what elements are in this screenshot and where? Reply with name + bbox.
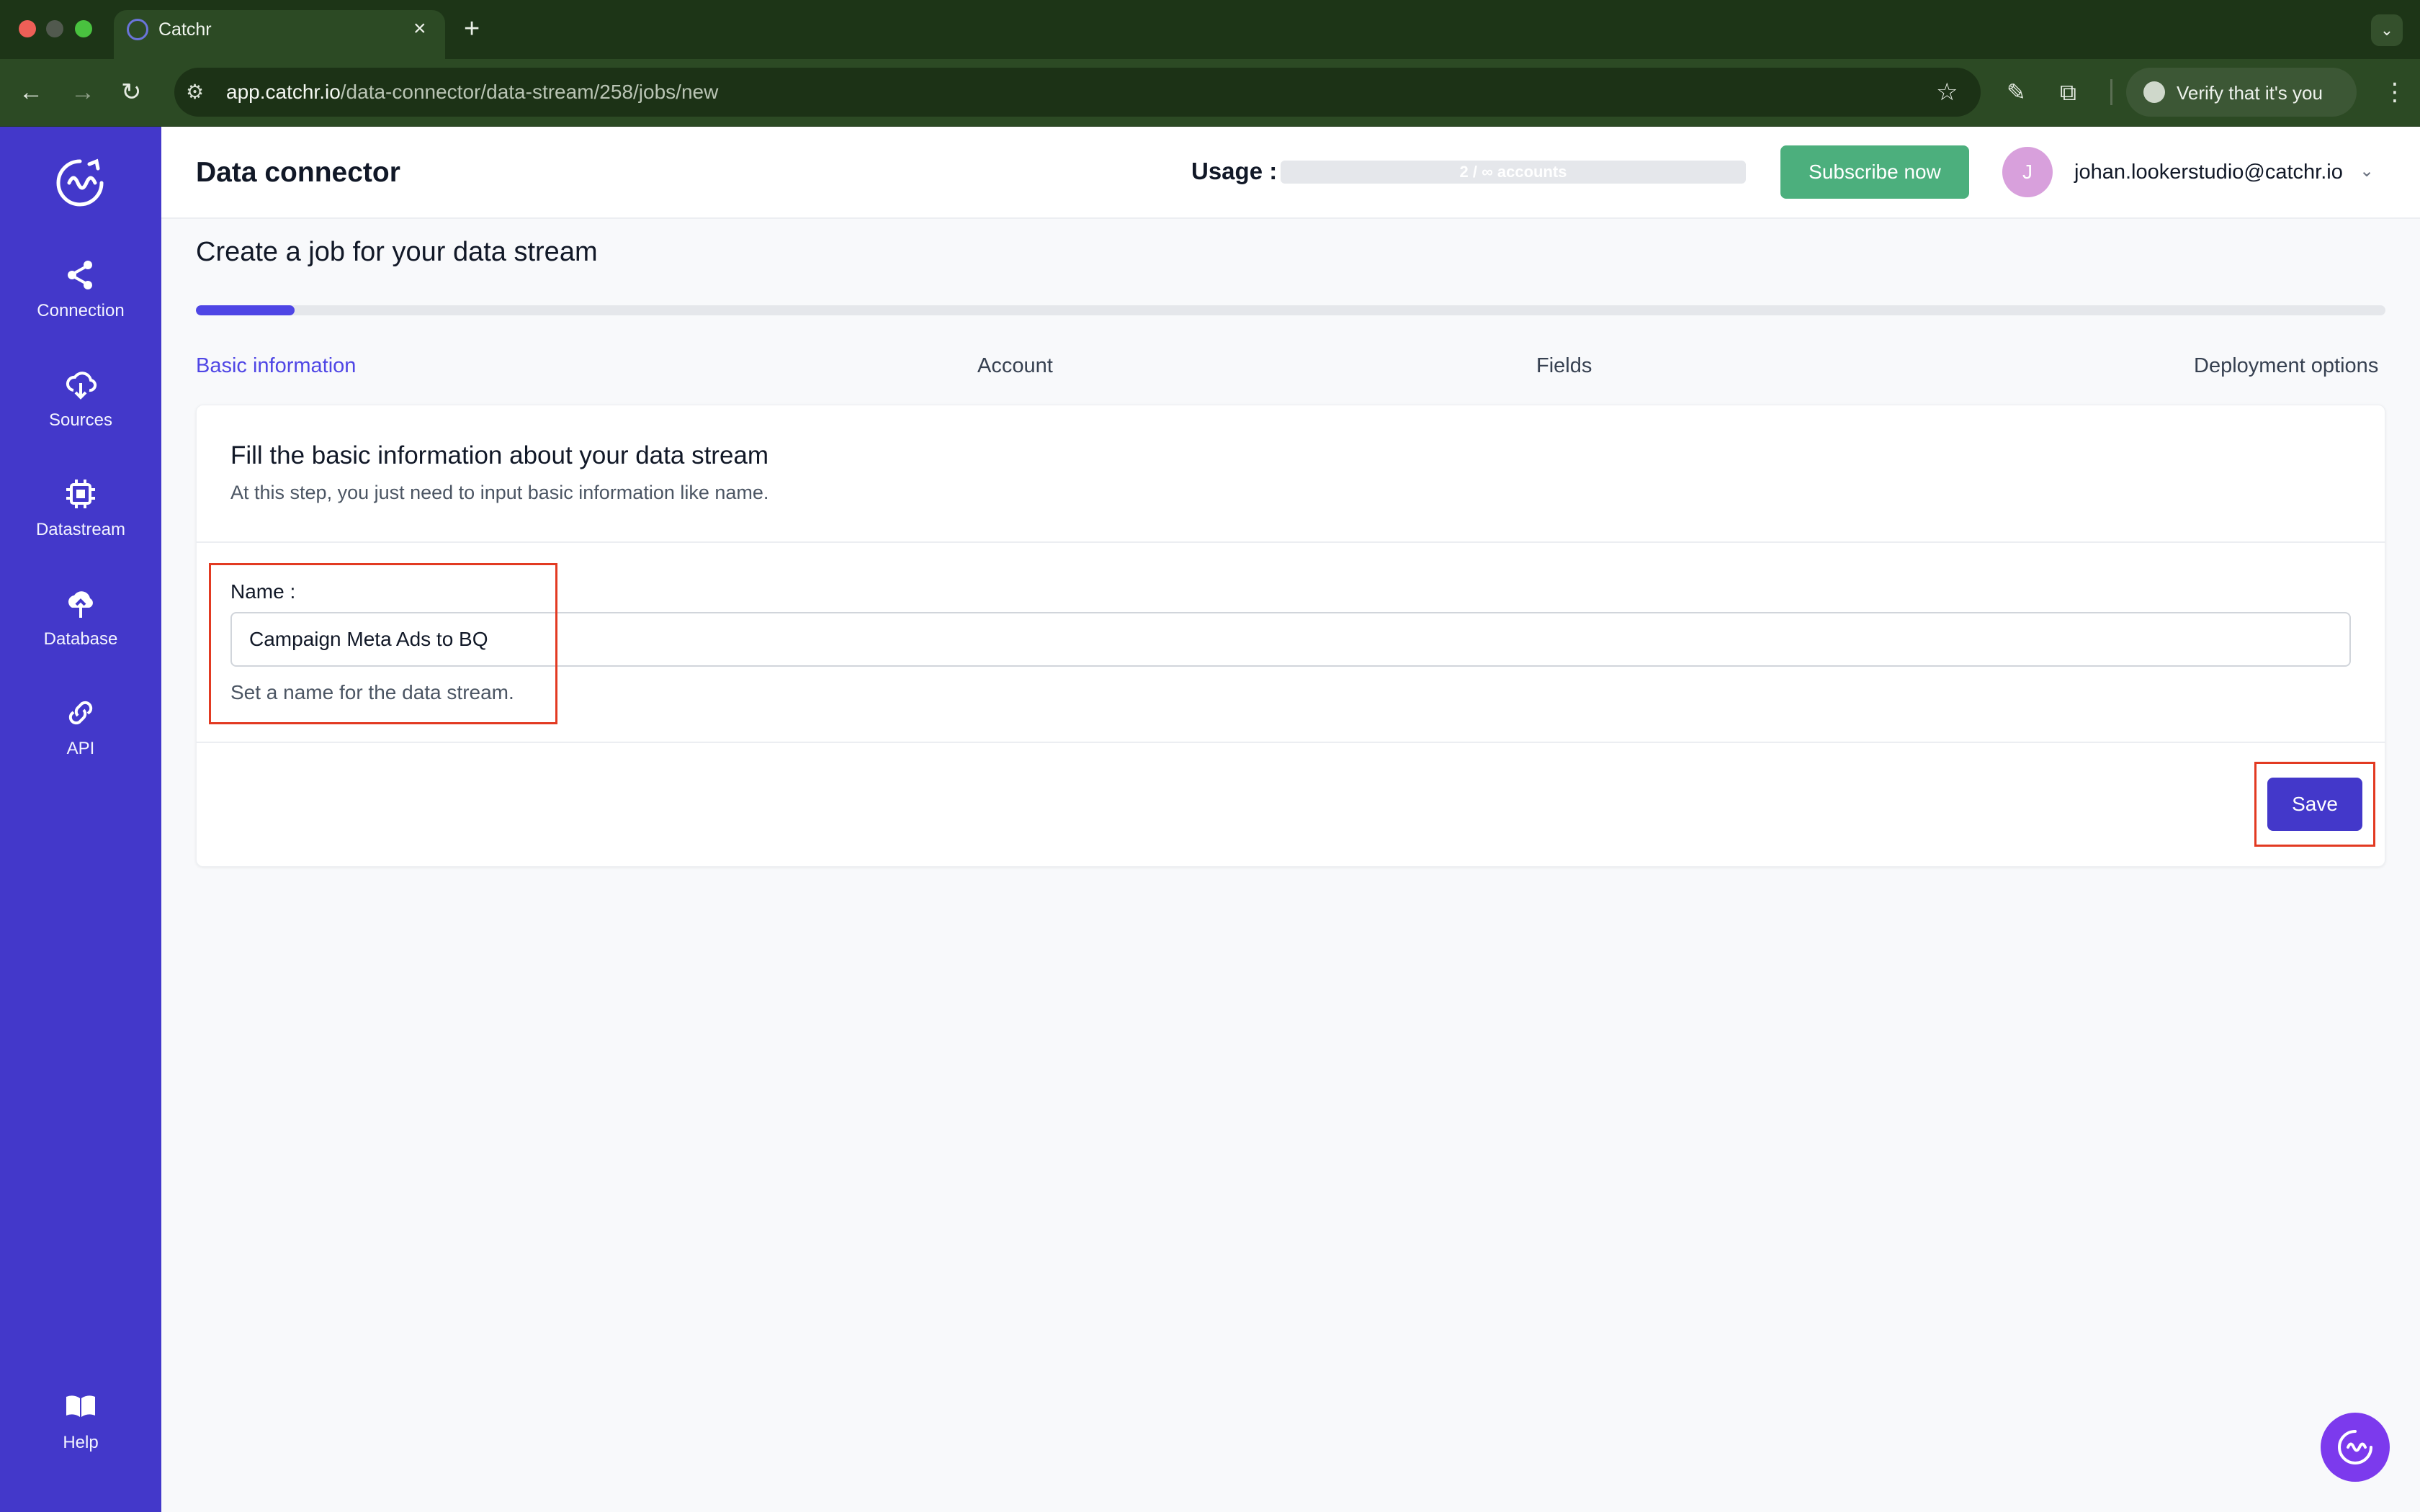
new-tab-icon[interactable]: + (464, 10, 480, 48)
card-subtitle: At this step, you just need to input bas… (230, 482, 769, 503)
sidebar (0, 127, 161, 1512)
reload-icon[interactable]: ↻ (121, 75, 142, 109)
divider (196, 742, 2385, 743)
catchr-favicon-icon (127, 19, 148, 40)
tab-title: Catchr (158, 19, 212, 40)
star-icon[interactable]: ☆ (1936, 75, 1958, 109)
sidebar-item-label: Database (43, 629, 118, 649)
card-title: Fill the basic information about your da… (230, 441, 769, 469)
name-field-highlight (209, 563, 557, 724)
catchr-logo-icon[interactable] (48, 157, 112, 207)
share-icon (68, 261, 92, 289)
sidebar-item-label: Sources (48, 410, 113, 430)
menu-icon[interactable]: ⋮ (2383, 75, 2407, 109)
url-path: /data-connector/data-stream/258/jobs/new (340, 81, 719, 103)
url-host: app.catchr.io (226, 81, 341, 103)
sidebar-item-help[interactable]: Help (0, 1390, 161, 1453)
sidebar-item-label: Datastream (35, 520, 126, 539)
sidebar-item-api[interactable]: API (0, 696, 161, 759)
user-email[interactable]: johan.lookerstudio@catchr.io (2074, 158, 2343, 186)
sidebar-item-database[interactable]: Database (0, 586, 161, 649)
back-icon[interactable]: ← (19, 75, 43, 109)
sidebar-item-label: API (66, 739, 95, 758)
divider (196, 541, 2385, 543)
link-icon (68, 701, 93, 725)
chat-widget-button[interactable] (2321, 1413, 2390, 1482)
eyedropper-icon[interactable]: ✎ (2007, 75, 2026, 109)
subscribe-now-button[interactable]: Subscribe now (1780, 145, 1969, 199)
wizard-progress-bar (196, 305, 2385, 315)
verify-label: Verify that it's you (2177, 82, 2323, 104)
save-button-highlight (2254, 762, 2375, 847)
step-fields[interactable]: Fields (1536, 351, 1592, 380)
usage-text: 2 / ∞ accounts (1459, 163, 1567, 181)
toolbar-separator (2110, 79, 2112, 105)
site-info-icon[interactable]: ⚙ (186, 79, 204, 105)
cloud-download-icon (66, 372, 97, 400)
wizard-progress-fill (196, 305, 295, 315)
google-account-icon (2143, 81, 2165, 103)
window-maximize-button[interactable] (75, 20, 92, 37)
book-icon (66, 1395, 95, 1417)
step-deployment-options[interactable]: Deployment options (2194, 351, 2378, 380)
step-basic-information[interactable]: Basic information (196, 351, 356, 380)
section-heading: Create a job for your data stream (196, 237, 598, 267)
avatar[interactable]: J (2002, 147, 2053, 197)
window-minimize-button[interactable] (46, 20, 63, 37)
sidebar-item-sources[interactable]: Sources (0, 367, 161, 431)
sidebar-item-connection[interactable]: Connection (0, 258, 161, 321)
sidebar-item-label: Help (63, 1433, 99, 1452)
url-text[interactable]: app.catchr.io/data-connector/data-stream… (226, 79, 718, 105)
tab-close-icon[interactable]: × (413, 14, 426, 43)
step-account[interactable]: Account (977, 351, 1053, 380)
cloud-upload-icon (68, 591, 93, 618)
chip-icon (66, 480, 95, 508)
tab-search-chevron-icon[interactable]: ⌄ (2371, 14, 2403, 46)
forward-icon[interactable]: → (71, 75, 95, 109)
page-title: Data connector (196, 157, 400, 188)
extensions-icon[interactable]: ⧉ (2060, 75, 2076, 109)
usage-label: Usage : (1191, 158, 1278, 184)
window-close-button[interactable] (19, 20, 36, 37)
sidebar-item-datastream[interactable]: Datastream (0, 477, 161, 540)
chevron-down-icon[interactable]: ⌄ (2360, 156, 2374, 187)
sidebar-item-label: Connection (37, 301, 125, 320)
